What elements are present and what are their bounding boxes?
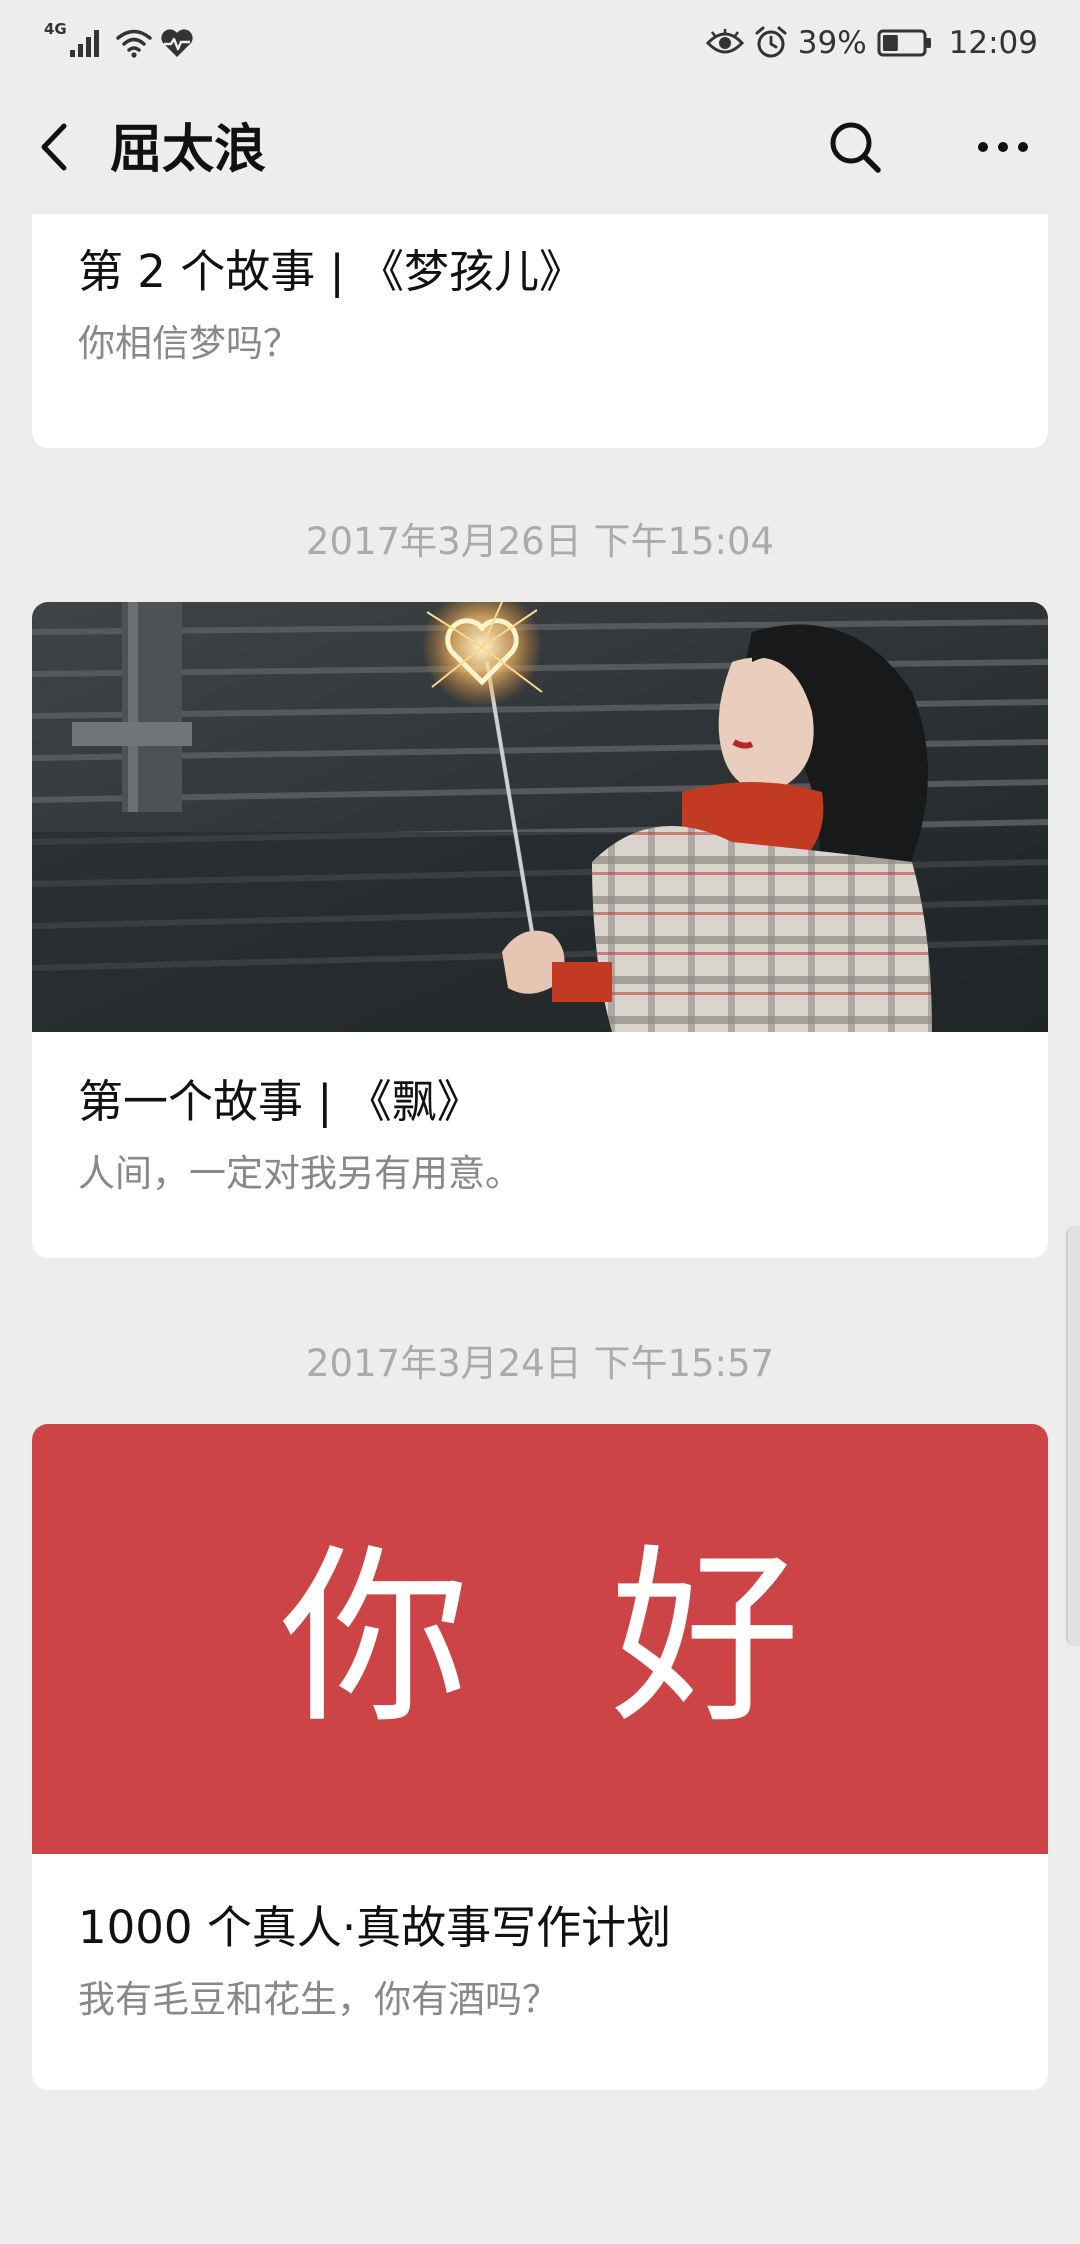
article-feed[interactable]: 第 2 个故事 | 《梦孩儿》 你相信梦吗？ 2017年3月26日 下午15:0…: [0, 214, 1080, 2244]
chevron-left-icon: [38, 122, 70, 176]
nav-bar: 屈太浪: [0, 86, 1080, 214]
scroll-handle[interactable]: [1066, 1226, 1080, 1646]
article-desc: 我有毛豆和花生，你有酒吗？: [78, 1978, 559, 2021]
article-title[interactable]: 1000 个真人·真故事写作计划: [78, 1900, 671, 1956]
signal-icon: [69, 28, 103, 58]
status-bar: 4G 39% 12:09: [0, 0, 1080, 86]
article-cover-image[interactable]: 你 好: [32, 1424, 1048, 1854]
cover-photo: [32, 602, 1048, 1032]
status-right: 39% 12:09: [705, 18, 1038, 68]
timestamp: 2017年3月26日 下午15:04: [305, 520, 775, 563]
article-card[interactable]: 第一个故事 | 《飘》 人间，一定对我另有用意。: [32, 602, 1048, 1258]
more-button[interactable]: [970, 116, 1036, 182]
article-card[interactable]: 你 好 1000 个真人·真故事写作计划 我有毛豆和花生，你有酒吗？: [32, 1424, 1048, 2090]
network-label: 4G: [44, 20, 67, 38]
article-title[interactable]: 第一个故事 | 《飘》: [78, 1074, 482, 1130]
alarm-icon: [754, 26, 788, 60]
more-icon: [975, 139, 1031, 159]
article-desc: 人间，一定对我另有用意。: [78, 1152, 522, 1195]
health-icon: [159, 27, 195, 59]
article-title[interactable]: 第 2 个故事 | 《梦孩儿》: [78, 244, 584, 300]
page-title: 屈太浪: [110, 120, 267, 180]
status-left: 4G: [44, 18, 195, 68]
wifi-icon: [115, 28, 153, 58]
search-button[interactable]: [822, 116, 888, 182]
article-card[interactable]: 第 2 个故事 | 《梦孩儿》 你相信梦吗？: [32, 214, 1048, 448]
article-desc: 你相信梦吗？: [78, 322, 300, 365]
battery-icon: [877, 28, 933, 58]
battery-percent: 39%: [797, 25, 867, 61]
cover-text: 你 好: [279, 1528, 841, 1749]
eye-icon: [705, 29, 744, 57]
back-button[interactable]: [26, 116, 82, 182]
clock-time: 12:09: [948, 25, 1038, 61]
timestamp: 2017年3月24日 下午15:57: [305, 1342, 775, 1385]
article-cover-image[interactable]: [32, 602, 1048, 1032]
search-icon: [827, 119, 883, 179]
